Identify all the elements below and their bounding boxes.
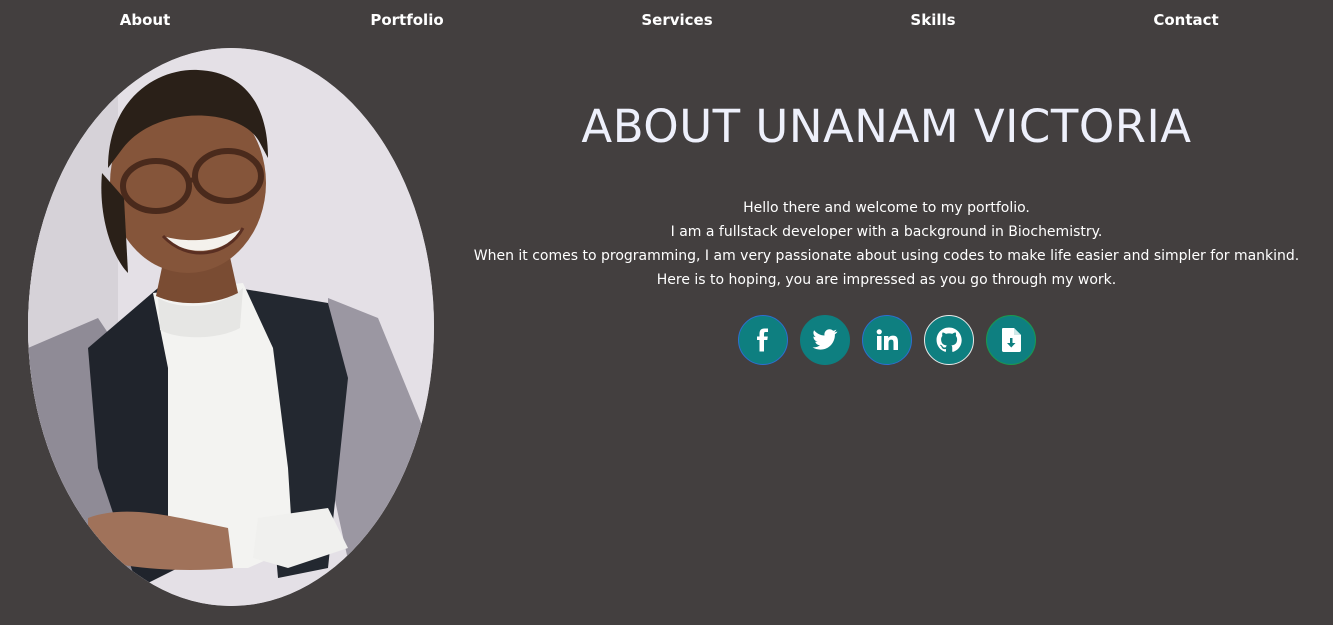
- about-section: ABOUT UNANAM VICTORIA Hello there and we…: [440, 0, 1333, 625]
- github-link[interactable]: [923, 315, 974, 365]
- nav-link-about[interactable]: About: [120, 11, 171, 29]
- bio-text: Hello there and welcome to my portfolio.…: [440, 196, 1333, 292]
- page: About Portfolio Services Skills Contact: [0, 0, 1333, 625]
- facebook-icon: [756, 328, 768, 352]
- bio-line: When it comes to programming, I am very …: [473, 248, 1300, 264]
- social-links: [440, 315, 1333, 365]
- twitter-icon: [811, 329, 837, 350]
- facebook-link[interactable]: [737, 315, 788, 365]
- linkedin-icon: [876, 329, 898, 350]
- nav-link-portfolio[interactable]: Portfolio: [370, 11, 443, 29]
- github-icon: [936, 327, 962, 352]
- twitter-link[interactable]: [799, 315, 850, 365]
- resume-download-link[interactable]: [985, 315, 1036, 365]
- bio-line: Here is to hoping, you are impressed as …: [656, 272, 1117, 288]
- profile-photo: [28, 48, 434, 606]
- linkedin-link[interactable]: [861, 315, 912, 365]
- resume-download-icon: [1001, 328, 1021, 352]
- bio-line: Hello there and welcome to my portfolio.: [743, 200, 1030, 216]
- bio-line: I am a fullstack developer with a backgr…: [670, 224, 1103, 240]
- about-heading: ABOUT UNANAM VICTORIA: [581, 100, 1192, 153]
